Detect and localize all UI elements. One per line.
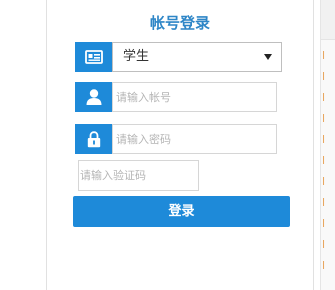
side-list-item[interactable]: l: [321, 192, 335, 213]
side-list-item[interactable]: l: [321, 171, 335, 192]
user-icon: [85, 88, 103, 106]
password-input[interactable]: [112, 124, 277, 154]
side-list-item[interactable]: l: [321, 108, 335, 129]
side-list-item[interactable]: l: [321, 150, 335, 171]
login-button[interactable]: 登录: [73, 196, 290, 227]
side-panel: l l l l l l l l l l l: [320, 0, 335, 290]
account-input[interactable]: [112, 82, 277, 112]
side-list-item[interactable]: l: [321, 87, 335, 108]
captcha-input[interactable]: [78, 160, 199, 191]
lock-icon: [87, 130, 101, 148]
side-panel-header: [321, 0, 335, 40]
side-list-item[interactable]: l: [321, 255, 335, 276]
login-title: 帐号登录: [149, 14, 210, 32]
dropdown-arrow-icon: [264, 54, 272, 60]
account-icon-box: [75, 82, 112, 112]
id-card-icon: [84, 50, 103, 64]
side-list-item[interactable]: l: [321, 45, 335, 66]
side-panel-list: l l l l l l l l l l l: [321, 45, 335, 276]
side-list-item[interactable]: l: [321, 213, 335, 234]
side-list-item[interactable]: l: [321, 234, 335, 255]
role-select[interactable]: 学生: [112, 42, 282, 72]
role-select-value: 学生: [123, 49, 150, 64]
side-list-item[interactable]: l: [321, 129, 335, 150]
login-panel: 帐号登录 学生 请输入帐号 请输入验证码 登录: [46, 0, 314, 290]
left-blank-area: [0, 0, 46, 290]
password-icon-box: [75, 124, 112, 154]
side-list-item[interactable]: l: [321, 66, 335, 87]
role-select-icon-box: [75, 42, 112, 72]
